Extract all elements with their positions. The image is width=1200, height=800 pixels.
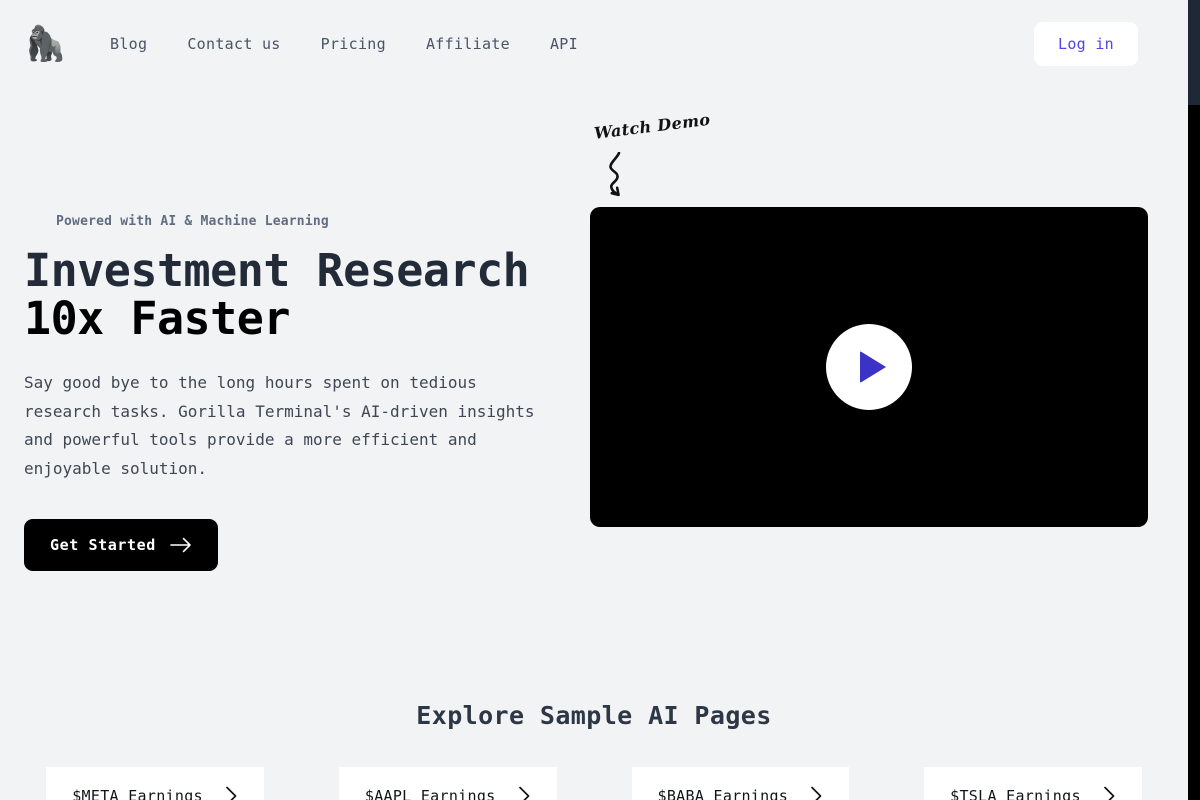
chevron-right-icon: [225, 786, 238, 800]
hero-title-line-2: 10x Faster: [24, 292, 290, 346]
sample-page-card-meta[interactable]: $META Earnings: [46, 767, 264, 800]
sample-pages-list: $META Earnings $AAPL Earnings $BABA Earn…: [0, 767, 1188, 800]
sample-page-label: $BABA Earnings: [657, 787, 789, 800]
page-title: Investment Research 10x Faster: [24, 244, 590, 346]
nav-link-blog[interactable]: Blog: [90, 27, 167, 61]
nav-link-pricing[interactable]: Pricing: [301, 27, 406, 61]
hero-section: Powered with AI & Machine Learning Inves…: [0, 110, 1188, 572]
sample-page-card-baba[interactable]: $BABA Earnings: [631, 767, 850, 800]
nav-link-contact-us[interactable]: Contact us: [167, 27, 300, 61]
explore-section-title: Explore Sample AI Pages: [416, 701, 772, 731]
sample-page-card-aapl[interactable]: $AAPL Earnings: [338, 767, 557, 800]
gorilla-logo-icon[interactable]: 🦍: [24, 22, 66, 66]
play-button[interactable]: [826, 324, 912, 410]
play-icon: [859, 351, 886, 383]
hero-title-line-1: Investment Research: [24, 244, 530, 297]
hero-eyebrow: Powered with AI & Machine Learning: [56, 214, 329, 229]
hero-subtitle: Say good bye to the long hours spent on …: [24, 373, 535, 478]
scrollbar-thumb[interactable]: [1188, 0, 1200, 105]
sample-page-label: $AAPL Earnings: [364, 787, 496, 800]
nav-link-api[interactable]: API: [530, 27, 598, 61]
main-navigation: Blog Contact us Pricing Affiliate API: [90, 27, 598, 61]
get-started-button[interactable]: Get Started: [24, 519, 218, 572]
get-started-label: Get Started: [50, 536, 156, 555]
login-button[interactable]: Log in: [1034, 22, 1138, 66]
hero-copy: Powered with AI & Machine Learning Inves…: [24, 118, 590, 572]
explore-section: Explore Sample AI Pages $META Earnings $…: [0, 701, 1188, 800]
demo-video-player[interactable]: [590, 207, 1148, 527]
watch-demo-label: Watch Demo: [593, 109, 712, 143]
nav-link-affiliate[interactable]: Affiliate: [406, 27, 530, 61]
site-header: 🦍 Blog Contact us Pricing Affiliate API …: [0, 0, 1188, 88]
watch-demo-annotation: Watch Demo: [593, 110, 713, 202]
sample-page-label: $TSLA Earnings: [950, 787, 1081, 800]
hero-media: Watch Demo: [590, 110, 1164, 571]
sample-page-label: $META Earnings: [72, 787, 203, 800]
arrow-right-icon: [170, 537, 192, 553]
curved-arrow-down-icon: [597, 151, 637, 202]
chevron-right-icon: [810, 786, 823, 800]
sample-page-card-tsla[interactable]: $TSLA Earnings: [924, 767, 1142, 800]
vertical-scrollbar[interactable]: [1188, 0, 1200, 800]
chevron-right-icon: [518, 786, 531, 800]
page-root: 🦍 Blog Contact us Pricing Affiliate API …: [0, 0, 1188, 800]
chevron-right-icon: [1103, 786, 1116, 800]
